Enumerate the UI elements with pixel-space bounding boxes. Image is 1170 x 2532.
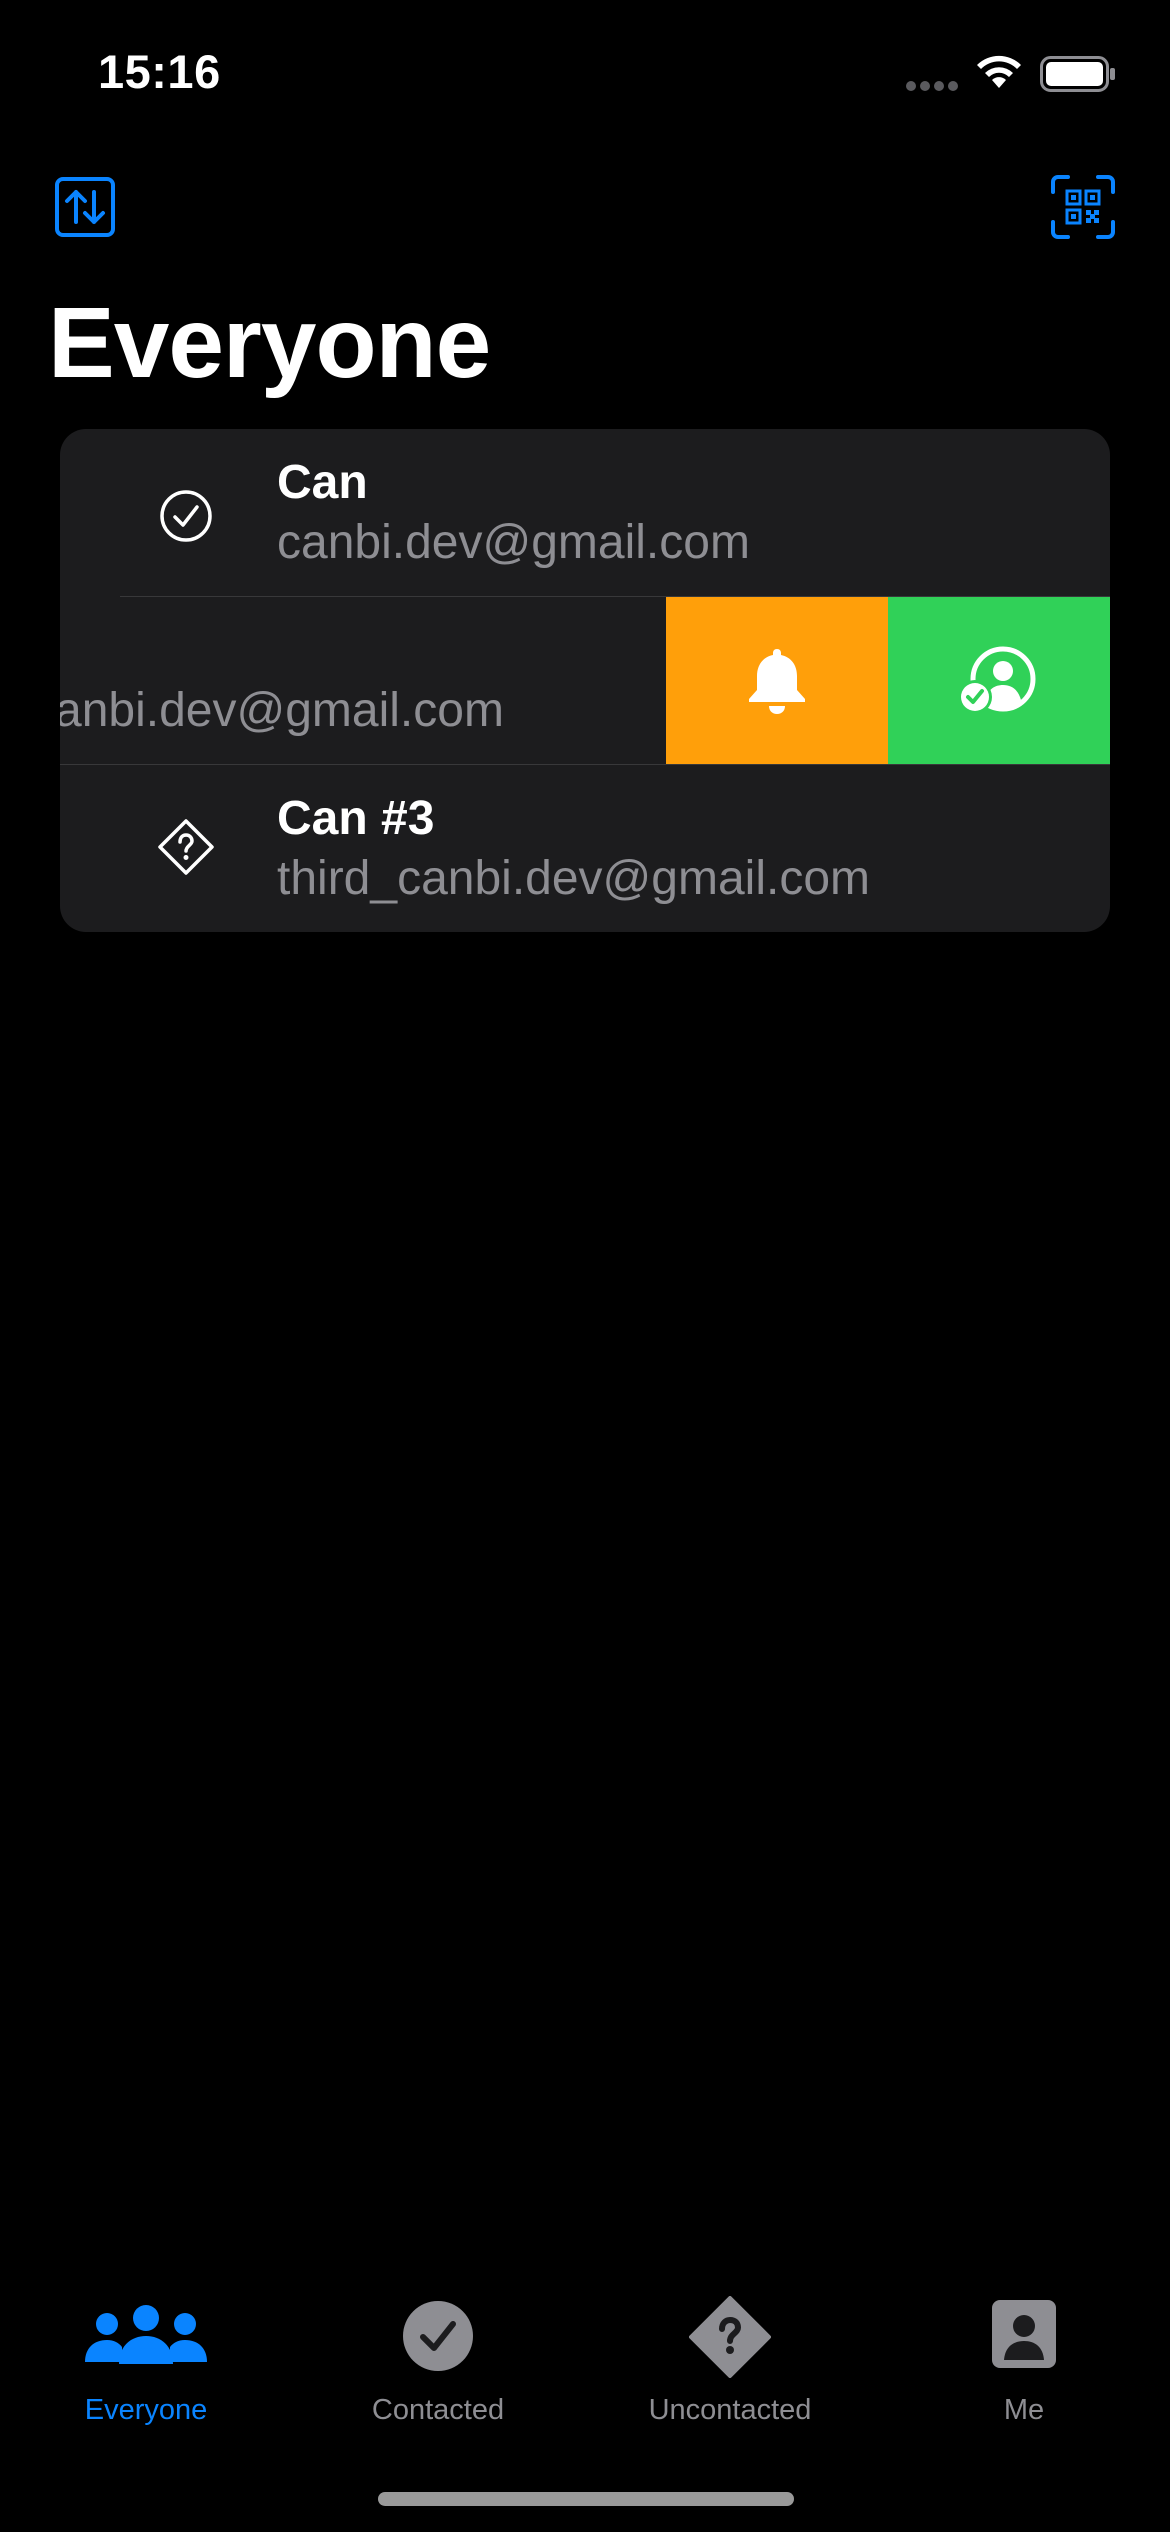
wifi-icon <box>977 55 1021 88</box>
contact-email[interactable]: anbi.dev@gmail.com <box>60 683 504 738</box>
qr-code-scan-icon[interactable] <box>1050 174 1116 240</box>
tab-everyone[interactable]: Everyone <box>0 2280 292 2430</box>
battery-icon <box>1040 56 1115 92</box>
sort-arrows-icon[interactable] <box>54 176 116 238</box>
people-icon <box>85 2305 207 2364</box>
home-indicator <box>378 2492 794 2506</box>
status-time: 15:16 <box>98 45 221 98</box>
tab-contacted[interactable]: Contacted <box>292 2280 584 2430</box>
tab-label: Contacted <box>371 2394 505 2426</box>
tab-me[interactable]: Me <box>878 2280 1170 2430</box>
tab-label: Everyone <box>84 2394 208 2426</box>
person-check-icon <box>958 646 1036 714</box>
status-bar: 15:16 <box>0 0 1170 150</box>
contact-list: Can canbi.dev@gmail.com anbi.dev@gmail.c… <box>60 429 1110 932</box>
contact-name: Can #3 <box>277 792 435 845</box>
cellular-signal-icon <box>906 81 958 91</box>
tab-label: Me <box>1003 2394 1045 2426</box>
tab-uncontacted[interactable]: Uncontacted <box>584 2280 876 2430</box>
bell-icon <box>749 648 805 714</box>
question-diamond-icon <box>158 819 214 875</box>
contact-row[interactable] <box>60 765 1110 932</box>
checkmark-circle-filled-icon <box>403 2301 473 2371</box>
contact-email: third_canbi.dev@gmail.com <box>277 852 870 905</box>
mark-contacted-action-button[interactable] <box>888 597 1110 764</box>
contact-name: Can <box>277 456 368 509</box>
remind-action-button[interactable] <box>666 597 888 764</box>
person-square-icon <box>992 2300 1056 2368</box>
checkmark-circle-icon <box>160 490 212 542</box>
contact-email: canbi.dev@gmail.com <box>277 516 750 569</box>
contact-row[interactable] <box>60 429 1110 596</box>
page-title: Everyone <box>48 287 491 399</box>
tab-bar: Everyone Contacted Uncontacted Me <box>0 2280 1170 2450</box>
tab-label: Uncontacted <box>648 2394 812 2426</box>
question-diamond-filled-icon <box>689 2296 771 2378</box>
